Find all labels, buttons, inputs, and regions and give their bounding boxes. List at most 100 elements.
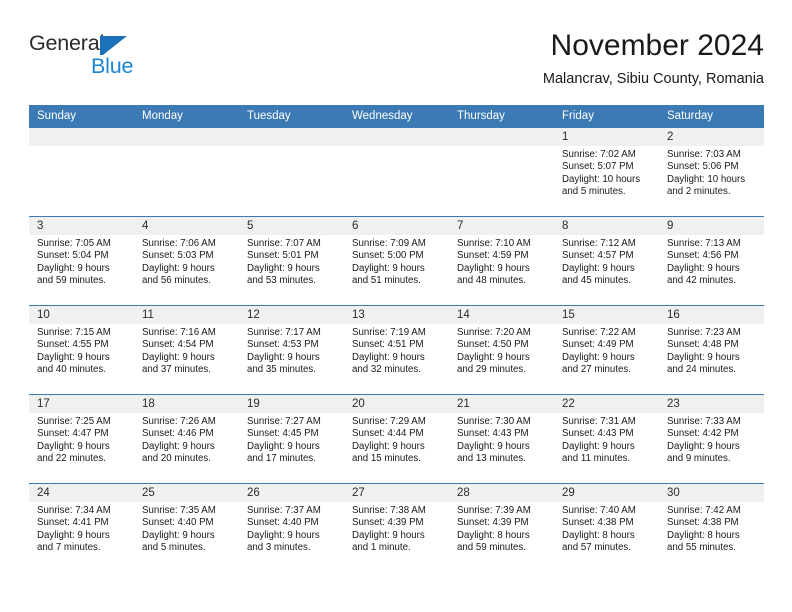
day-cell[interactable]: 7 Sunrise: 7:10 AM Sunset: 4:59 PM Dayli… — [449, 217, 554, 305]
sunrise-text: Sunrise: 7:25 AM — [37, 416, 111, 427]
day-number: 16 — [659, 306, 764, 324]
day-cell[interactable]: 30 Sunrise: 7:42 AM Sunset: 4:38 PM Dayl… — [659, 484, 764, 572]
day-details: Sunrise: 7:35 AM Sunset: 4:40 PM Dayligh… — [134, 502, 239, 555]
day-details: Sunrise: 7:10 AM Sunset: 4:59 PM Dayligh… — [449, 235, 554, 288]
daylight-text-line2: and 59 minutes. — [457, 542, 526, 554]
day-cell[interactable]: 17 Sunrise: 7:25 AM Sunset: 4:47 PM Dayl… — [29, 395, 134, 483]
title-block: November 2024 Malancrav, Sibiu County, R… — [543, 28, 764, 89]
day-cell[interactable] — [344, 128, 449, 216]
daylight-text-line1: Daylight: 9 hours — [457, 440, 530, 452]
daylight-text-line1: Daylight: 9 hours — [37, 529, 110, 541]
day-cell[interactable]: 18 Sunrise: 7:26 AM Sunset: 4:46 PM Dayl… — [134, 395, 239, 483]
daylight-text-line2: and 5 minutes. — [142, 542, 206, 554]
day-cell[interactable]: 14 Sunrise: 7:20 AM Sunset: 4:50 PM Dayl… — [449, 306, 554, 394]
day-cell[interactable]: 1 Sunrise: 7:02 AM Sunset: 5:07 PM Dayli… — [554, 128, 659, 216]
sunrise-text: Sunrise: 7:27 AM — [247, 416, 321, 427]
sunset-text: Sunset: 4:39 PM — [352, 517, 424, 529]
sunrise-text: Sunrise: 7:02 AM — [562, 149, 636, 160]
weekday-header-monday: Monday — [142, 110, 183, 122]
sunset-text: Sunset: 4:51 PM — [352, 339, 424, 351]
daylight-text-line2: and 55 minutes. — [667, 542, 736, 554]
day-cell[interactable]: 11 Sunrise: 7:16 AM Sunset: 4:54 PM Dayl… — [134, 306, 239, 394]
day-number: 3 — [29, 217, 134, 235]
page-header: General Blue November 2024 Malancrav, Si… — [0, 0, 792, 100]
daylight-text-line1: Daylight: 9 hours — [142, 440, 215, 452]
day-cell[interactable]: 20 Sunrise: 7:29 AM Sunset: 4:44 PM Dayl… — [344, 395, 449, 483]
day-cell[interactable]: 3 Sunrise: 7:05 AM Sunset: 5:04 PM Dayli… — [29, 217, 134, 305]
sunrise-text: Sunrise: 7:12 AM — [562, 238, 636, 249]
day-cell[interactable]: 5 Sunrise: 7:07 AM Sunset: 5:01 PM Dayli… — [239, 217, 344, 305]
day-number: 25 — [134, 484, 239, 502]
day-cell[interactable]: 27 Sunrise: 7:38 AM Sunset: 4:39 PM Dayl… — [344, 484, 449, 572]
day-cell[interactable]: 21 Sunrise: 7:30 AM Sunset: 4:43 PM Dayl… — [449, 395, 554, 483]
day-details: Sunrise: 7:22 AM Sunset: 4:49 PM Dayligh… — [554, 324, 659, 377]
daylight-text-line1: Daylight: 9 hours — [352, 351, 425, 363]
day-cell[interactable]: 12 Sunrise: 7:17 AM Sunset: 4:53 PM Dayl… — [239, 306, 344, 394]
day-cell[interactable]: 23 Sunrise: 7:33 AM Sunset: 4:42 PM Dayl… — [659, 395, 764, 483]
daylight-text-line1: Daylight: 9 hours — [142, 529, 215, 541]
day-cell[interactable] — [29, 128, 134, 216]
day-number: 13 — [344, 306, 449, 324]
day-number: 30 — [659, 484, 764, 502]
daylight-text-line2: and 3 minutes. — [247, 542, 311, 554]
daylight-text-line2: and 24 minutes. — [667, 364, 736, 376]
day-cell[interactable]: 15 Sunrise: 7:22 AM Sunset: 4:49 PM Dayl… — [554, 306, 659, 394]
daylight-text-line2: and 37 minutes. — [142, 364, 211, 376]
day-cell[interactable]: 22 Sunrise: 7:31 AM Sunset: 4:43 PM Dayl… — [554, 395, 659, 483]
sunrise-text: Sunrise: 7:03 AM — [667, 149, 741, 160]
sunrise-text: Sunrise: 7:34 AM — [37, 505, 111, 516]
day-cell[interactable]: 24 Sunrise: 7:34 AM Sunset: 4:41 PM Dayl… — [29, 484, 134, 572]
day-details: Sunrise: 7:06 AM Sunset: 5:03 PM Dayligh… — [134, 235, 239, 288]
sunrise-text: Sunrise: 7:09 AM — [352, 238, 426, 249]
week-row: 10 Sunrise: 7:15 AM Sunset: 4:55 PM Dayl… — [29, 305, 764, 394]
day-number — [239, 128, 344, 146]
day-cell[interactable]: 19 Sunrise: 7:27 AM Sunset: 4:45 PM Dayl… — [239, 395, 344, 483]
day-number: 12 — [239, 306, 344, 324]
sunset-text: Sunset: 5:07 PM — [562, 161, 634, 173]
day-details: Sunrise: 7:20 AM Sunset: 4:50 PM Dayligh… — [449, 324, 554, 377]
sunrise-text: Sunrise: 7:15 AM — [37, 327, 111, 338]
day-cell[interactable]: 6 Sunrise: 7:09 AM Sunset: 5:00 PM Dayli… — [344, 217, 449, 305]
day-details: Sunrise: 7:25 AM Sunset: 4:47 PM Dayligh… — [29, 413, 134, 466]
day-cell[interactable]: 26 Sunrise: 7:37 AM Sunset: 4:40 PM Dayl… — [239, 484, 344, 572]
day-number — [29, 128, 134, 146]
day-cell[interactable] — [449, 128, 554, 216]
general-blue-logo[interactable]: General Blue — [29, 31, 209, 83]
daylight-text-line2: and 35 minutes. — [247, 364, 316, 376]
daylight-text-line1: Daylight: 9 hours — [667, 262, 740, 274]
daylight-text-line1: Daylight: 9 hours — [667, 351, 740, 363]
day-cell[interactable]: 8 Sunrise: 7:12 AM Sunset: 4:57 PM Dayli… — [554, 217, 659, 305]
day-cell[interactable]: 28 Sunrise: 7:39 AM Sunset: 4:39 PM Dayl… — [449, 484, 554, 572]
daylight-text-line2: and 9 minutes. — [667, 453, 731, 465]
day-number — [344, 128, 449, 146]
day-cell[interactable] — [134, 128, 239, 216]
day-cell[interactable]: 25 Sunrise: 7:35 AM Sunset: 4:40 PM Dayl… — [134, 484, 239, 572]
sunrise-text: Sunrise: 7:23 AM — [667, 327, 741, 338]
weekday-header-friday: Friday — [562, 110, 594, 122]
day-cell[interactable]: 9 Sunrise: 7:13 AM Sunset: 4:56 PM Dayli… — [659, 217, 764, 305]
day-cell[interactable]: 2 Sunrise: 7:03 AM Sunset: 5:06 PM Dayli… — [659, 128, 764, 216]
sunrise-text: Sunrise: 7:05 AM — [37, 238, 111, 249]
day-cell[interactable]: 10 Sunrise: 7:15 AM Sunset: 4:55 PM Dayl… — [29, 306, 134, 394]
day-cell[interactable]: 4 Sunrise: 7:06 AM Sunset: 5:03 PM Dayli… — [134, 217, 239, 305]
day-number: 11 — [134, 306, 239, 324]
day-cell[interactable]: 16 Sunrise: 7:23 AM Sunset: 4:48 PM Dayl… — [659, 306, 764, 394]
day-details: Sunrise: 7:33 AM Sunset: 4:42 PM Dayligh… — [659, 413, 764, 466]
week-row: 3 Sunrise: 7:05 AM Sunset: 5:04 PM Dayli… — [29, 216, 764, 305]
weekday-header-row: Sunday Monday Tuesday Wednesday Thursday… — [29, 105, 764, 127]
sunset-text: Sunset: 4:38 PM — [562, 517, 634, 529]
sunrise-text: Sunrise: 7:07 AM — [247, 238, 321, 249]
sunset-text: Sunset: 4:47 PM — [37, 428, 109, 440]
sunset-text: Sunset: 4:49 PM — [562, 339, 634, 351]
day-cell[interactable]: 29 Sunrise: 7:40 AM Sunset: 4:38 PM Dayl… — [554, 484, 659, 572]
day-number: 9 — [659, 217, 764, 235]
sunset-text: Sunset: 5:03 PM — [142, 250, 214, 262]
day-cell[interactable]: 13 Sunrise: 7:19 AM Sunset: 4:51 PM Dayl… — [344, 306, 449, 394]
day-details: Sunrise: 7:05 AM Sunset: 5:04 PM Dayligh… — [29, 235, 134, 288]
daylight-text-line2: and 40 minutes. — [37, 364, 106, 376]
day-cell[interactable] — [239, 128, 344, 216]
logo-flag-icon — [103, 36, 127, 55]
day-number: 5 — [239, 217, 344, 235]
daylight-text-line1: Daylight: 9 hours — [352, 529, 425, 541]
day-details: Sunrise: 7:37 AM Sunset: 4:40 PM Dayligh… — [239, 502, 344, 555]
